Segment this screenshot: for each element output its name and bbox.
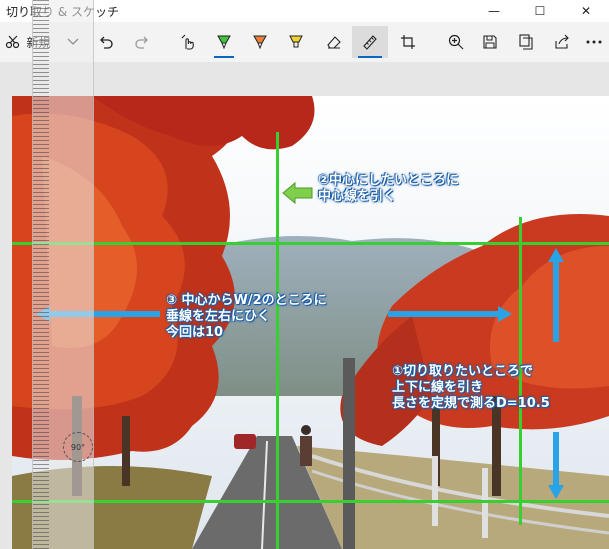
undo-icon <box>98 34 114 50</box>
measure-note: ①切り取りたいところで 上下に線を引き 長さを定規で測るD=10.5 <box>392 364 550 411</box>
close-icon: ✕ <box>580 4 592 18</box>
eraser-button[interactable] <box>318 26 350 58</box>
zoom-button[interactable] <box>440 26 472 58</box>
redo-button[interactable] <box>128 26 156 58</box>
ruler-overlay[interactable]: 90° <box>32 0 94 549</box>
zoom-in-icon <box>447 33 465 51</box>
copy-button[interactable] <box>510 26 542 58</box>
ruler-ticks <box>33 0 49 549</box>
ruler-icon <box>361 33 379 51</box>
touch-writing-button[interactable] <box>172 26 204 58</box>
maximize-button[interactable]: ☐ <box>517 0 563 22</box>
highlighter-icon <box>287 33 305 51</box>
ruler-selected-indicator <box>358 56 382 58</box>
vertical-line-note: ③ 中心からW/2のところに 垂線を左右にひく 今回は10 <box>166 293 327 340</box>
highlighter-button[interactable] <box>280 26 312 58</box>
undo-button[interactable] <box>92 26 120 58</box>
copy-icon <box>517 33 535 51</box>
redo-icon <box>134 34 150 50</box>
minimize-button[interactable]: — <box>471 0 517 22</box>
pen-selected-indicator <box>214 56 234 58</box>
up-arrow-icon <box>548 248 564 342</box>
more-icon <box>586 40 602 44</box>
save-icon <box>481 33 499 51</box>
pencil-icon <box>251 33 269 51</box>
snip-icon <box>5 34 21 50</box>
share-button[interactable] <box>546 26 578 58</box>
save-button[interactable] <box>474 26 506 58</box>
crop-button[interactable] <box>392 26 424 58</box>
pencil-button[interactable] <box>244 26 276 58</box>
minimize-icon: — <box>488 4 500 18</box>
ruler-angle-indicator[interactable]: 90° <box>63 432 93 462</box>
down-arrow-icon <box>548 432 564 499</box>
crop-icon <box>399 33 417 51</box>
ballpoint-pen-button[interactable] <box>208 26 240 58</box>
maximize-icon: ☐ <box>534 4 546 18</box>
ruler-button[interactable] <box>352 26 388 58</box>
eraser-icon <box>325 33 343 51</box>
share-icon <box>553 33 571 51</box>
more-options-button[interactable] <box>580 26 608 58</box>
close-button[interactable]: ✕ <box>563 0 609 22</box>
center-line-note: ②中心にしたいところに 中心線を引く <box>318 173 460 204</box>
ballpoint-pen-icon <box>215 33 233 51</box>
green-arrow-icon <box>282 181 313 205</box>
right-arrow-icon <box>388 306 512 322</box>
touch-writing-icon <box>179 33 197 51</box>
